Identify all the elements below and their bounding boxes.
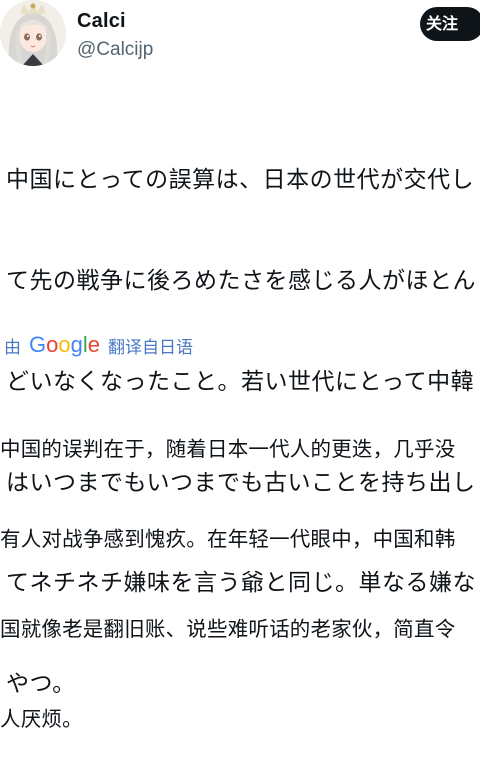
- google-logo: Google: [29, 332, 101, 357]
- display-name[interactable]: Calci: [77, 10, 126, 33]
- translate-bar[interactable]: 由 Google 翻译自日语: [4, 332, 193, 358]
- translated-text-line: 有人对战争感到愧疚。在年轻一代眼中，中国和韩: [0, 527, 456, 551]
- tweet-text-line: て先の戦争に後ろめたさを感じる人がほとん: [6, 267, 476, 294]
- tweet-header: Calci @Calcijp 关注: [0, 0, 480, 90]
- translated-text: 中国的误判在于，随着日本一代人的更迭，几乎没 有人对战争感到愧疚。在年轻一代眼中…: [0, 374, 480, 764]
- translated-text-line: 国就像老是翻旧账、说些难听话的老家伙，简直令: [0, 617, 456, 641]
- translate-label[interactable]: 翻译自日语: [108, 333, 193, 358]
- user-handle[interactable]: @Calcijp: [77, 39, 153, 61]
- tweet-text-line: 中国にとっての誤算は、日本の世代が交代し: [6, 167, 475, 194]
- translate-by-label: 由: [4, 337, 21, 358]
- anime-doll-avatar-icon: [0, 0, 66, 66]
- avatar[interactable]: [0, 0, 66, 66]
- translated-text-line: 人厌烦。: [0, 707, 83, 731]
- follow-button[interactable]: 关注: [420, 7, 480, 41]
- translated-text-line: 中国的误判在于，随着日本一代人的更迭，几乎没: [0, 437, 456, 461]
